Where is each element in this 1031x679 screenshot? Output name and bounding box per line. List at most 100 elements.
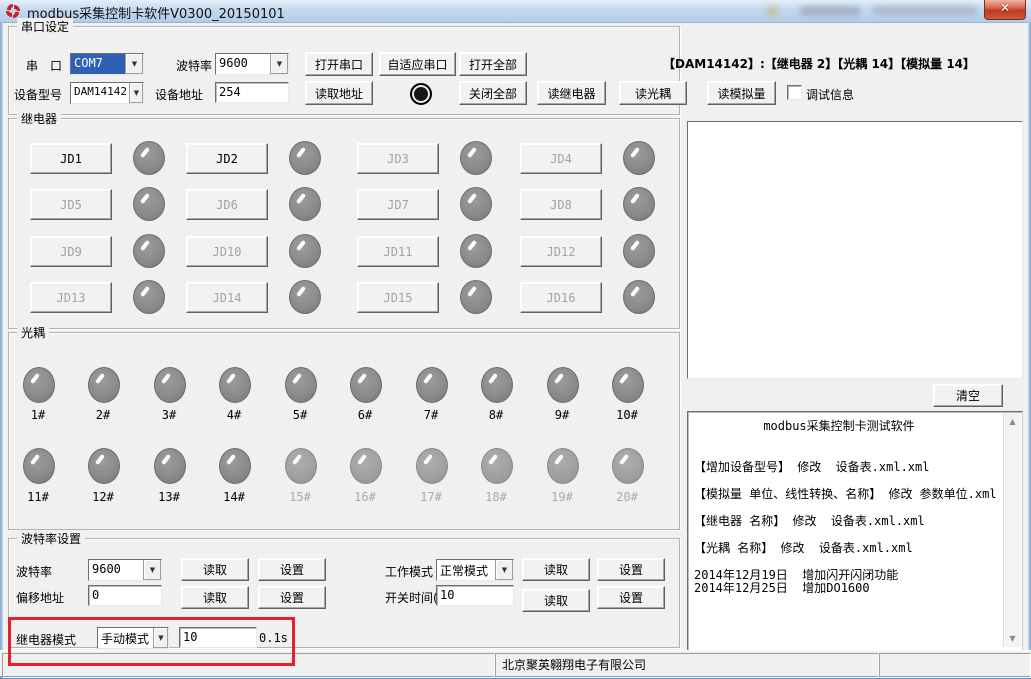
baud-read-button[interactable]: 读取 [181, 558, 249, 581]
relay-button-jd4: JD4 [520, 143, 602, 174]
debug-info-checkbox[interactable] [787, 85, 802, 100]
info-line [694, 501, 984, 515]
opto-label-18: 18# [474, 490, 518, 504]
offset-read-button[interactable]: 读取 [181, 586, 249, 609]
relay-button-jd16: JD16 [520, 282, 602, 313]
opto-label-1: 1# [16, 408, 60, 422]
baud2-label: 波特率 [16, 563, 52, 580]
baud-rate-select[interactable]: 9600 ▼ [215, 53, 289, 75]
read-opto-button[interactable]: 读光耦 [619, 81, 687, 105]
baud-set-button[interactable]: 设置 [258, 558, 326, 581]
opto-label-13: 13# [147, 490, 191, 504]
switch-time-read-button[interactable]: 读取 [522, 589, 590, 612]
relay-button-jd2[interactable]: JD2 [186, 143, 268, 174]
relay-indicator-knob [623, 280, 655, 314]
device-addr-input[interactable]: 254 [215, 82, 289, 103]
opto-indicator-knob-17 [416, 448, 448, 484]
auto-serial-button[interactable]: 自适应串口 [379, 52, 456, 76]
info-line [694, 528, 984, 542]
relay-indicator-knob [133, 141, 165, 175]
serial-group-title: 串口设定 [17, 18, 73, 35]
chevron-down-icon: ▼ [125, 54, 143, 74]
opto-indicator-knob-11 [23, 448, 55, 484]
opto-label-7: 7# [409, 408, 453, 422]
open-serial-button[interactable]: 打开串口 [305, 52, 373, 76]
relay-indicator-knob [460, 234, 492, 268]
com-port-select[interactable]: COM7 ▼ [70, 53, 144, 75]
opto-label-6: 6# [343, 408, 387, 422]
read-addr-button[interactable]: 读取地址 [305, 81, 373, 105]
switch-time-input[interactable]: 10 [436, 585, 514, 606]
relay-mode-select[interactable]: 手动模式 ▼ [97, 627, 169, 649]
info-line: 【继电器 名称】 修改 设备表.xml.xml [694, 515, 984, 529]
opto-indicator-knob-10 [612, 367, 644, 403]
scroll-up-icon[interactable]: ▲ [1004, 413, 1021, 430]
opto-label-19: 19# [540, 490, 584, 504]
info-text: modbus采集控制卡测试软件【增加设备型号】 修改 设备表.xml.xml【模… [694, 420, 984, 596]
com-port-value: COM7 [71, 54, 125, 74]
baud-settings-title: 波特率设置 [17, 530, 85, 547]
work-mode-select[interactable]: 正常模式 ▼ [436, 559, 514, 581]
offset-addr-input[interactable]: 0 [88, 585, 162, 606]
work-mode-set-button[interactable]: 设置 [597, 558, 665, 581]
title-bar: modbus采集控制卡软件V0300_20150101 ✕ [0, 0, 1031, 23]
chevron-down-icon: ▼ [153, 628, 168, 648]
relay-indicator-knob [460, 280, 492, 314]
relay-mode-value: 手动模式 [98, 628, 153, 648]
chevron-down-icon: ▼ [495, 560, 513, 580]
relay-indicator-knob [623, 141, 655, 175]
work-mode-value: 正常模式 [437, 560, 495, 580]
relay-button-jd7: JD7 [357, 189, 439, 220]
relay-time-input[interactable]: 10 [179, 627, 257, 648]
read-relay-button[interactable]: 读继电器 [537, 81, 606, 105]
device-model-select[interactable]: DAM14142 ▼ [70, 82, 144, 104]
opto-label-9: 9# [540, 408, 584, 422]
relay-button-jd5: JD5 [30, 189, 112, 220]
open-all-button[interactable]: 打开全部 [459, 52, 527, 76]
read-analog-button[interactable]: 读模拟量 [707, 81, 776, 105]
opto-indicator-knob-2 [88, 367, 120, 403]
opto-label-11: 11# [16, 490, 60, 504]
info-line: 【增加设备型号】 修改 设备表.xml.xml [694, 461, 984, 475]
relay-button-jd12: JD12 [520, 236, 602, 267]
relay-group-title: 继电器 [17, 110, 61, 127]
baud2-value: 9600 [89, 560, 143, 580]
relay-indicator-knob [289, 280, 321, 314]
device-model-label: 设备型号 [14, 86, 62, 103]
clear-button[interactable]: 清空 [933, 384, 1003, 407]
opto-indicator-knob-15 [285, 448, 317, 484]
blurred-watermark [872, 6, 977, 15]
offset-addr-label: 偏移地址 [16, 589, 64, 606]
opto-label-15: 15# [278, 490, 322, 504]
close-all-button[interactable]: 关闭全部 [459, 81, 527, 105]
opto-indicator-knob-5 [285, 367, 317, 403]
opto-label-8: 8# [474, 408, 518, 422]
info-scrollbar[interactable]: ▲ ▼ [1003, 413, 1021, 647]
relay-button-jd15: JD15 [357, 282, 439, 313]
relay-button-jd3: JD3 [357, 143, 439, 174]
opto-indicator-knob-20 [612, 448, 644, 484]
analog-table-container: 通 模拟量 数值 单位 1AI10.0000002AI20.0000003AI3… [687, 121, 1023, 379]
opto-label-5: 5# [278, 408, 322, 422]
scroll-down-icon[interactable]: ▼ [1004, 630, 1021, 647]
info-line: 【模拟量 单位、线性转换、名称】 修改 参数单位.xml [694, 488, 984, 502]
close-button[interactable]: ✕ [984, 0, 1026, 20]
opto-indicator-knob-8 [481, 367, 513, 403]
info-line: 2014年12月19日 增加闪开闪闭功能 [694, 569, 984, 583]
opto-label-16: 16# [343, 490, 387, 504]
baud2-select[interactable]: 9600 ▼ [88, 559, 162, 581]
relay-button-jd1[interactable]: JD1 [30, 143, 112, 174]
port-label: 串 口 [26, 57, 62, 74]
opto-label-12: 12# [81, 490, 125, 504]
offset-set-button[interactable]: 设置 [258, 586, 326, 609]
opto-label-4: 4# [212, 408, 256, 422]
opto-indicator-knob-18 [481, 448, 513, 484]
switch-time-set-button[interactable]: 设置 [597, 586, 665, 609]
relay-button-jd10: JD10 [186, 236, 268, 267]
opto-indicator-knob-16 [350, 448, 382, 484]
opto-label-17: 17# [409, 490, 453, 504]
device-summary: 【DAM14142】:【继电器 2】【光耦 14】【模拟量 14】 [663, 55, 975, 72]
work-mode-read-button[interactable]: 读取 [522, 558, 590, 581]
baud-rate-value: 9600 [216, 54, 270, 74]
opto-indicator-knob-6 [350, 367, 382, 403]
